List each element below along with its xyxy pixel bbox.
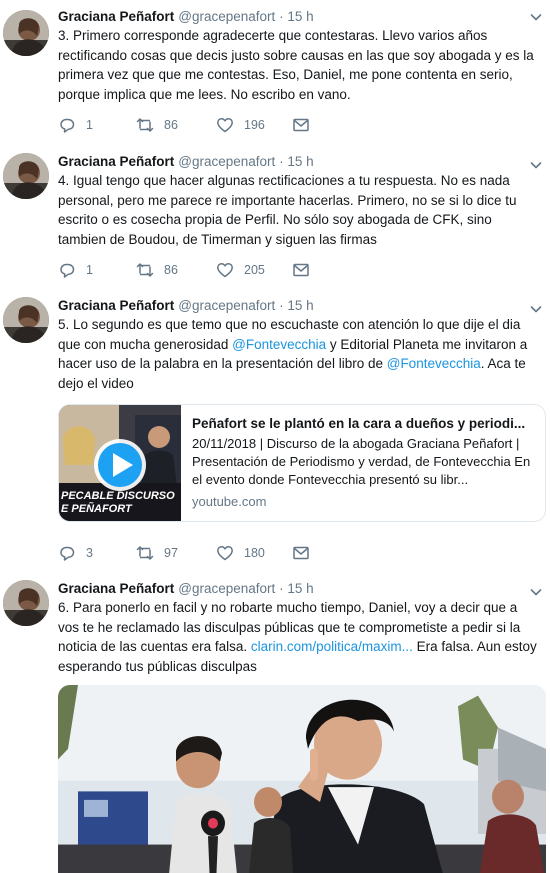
chevron-down-icon[interactable] xyxy=(530,586,542,598)
separator: · xyxy=(279,581,284,596)
video-thumbnail[interactable]: PECABLE DISCURSO E PEÑAFORT xyxy=(59,405,181,521)
play-icon[interactable] xyxy=(94,439,146,491)
mention-link[interactable]: @Fontevecchia xyxy=(232,337,326,352)
tweet[interactable]: Graciana Peñafort @gracepenafort · 15 h 4… xyxy=(0,153,550,283)
tweet-text: 5. Lo segundo es que temo que no escucha… xyxy=(58,315,538,393)
envelope-icon xyxy=(292,261,310,279)
tweet-actions: 3 97 180 xyxy=(58,543,318,563)
chevron-down-icon[interactable] xyxy=(530,303,542,315)
retweet-button[interactable]: 97 xyxy=(136,543,178,563)
tweet-actions: 1 86 205 xyxy=(58,260,318,280)
tweet-header: Graciana Peñafort @gracepenafort · 15 h xyxy=(58,297,314,315)
reply-count: 1 xyxy=(86,118,93,132)
tweet-header: Graciana Peñafort @gracepenafort · 15 h xyxy=(58,153,314,171)
retweet-count: 97 xyxy=(164,546,178,560)
timestamp[interactable]: 15 h xyxy=(287,154,313,169)
card-info: Peñafort se le plantó en la cara a dueño… xyxy=(192,415,537,511)
tweet[interactable]: Graciana Peñafort @gracepenafort · 15 h 3… xyxy=(0,8,550,138)
retweet-icon xyxy=(136,544,154,562)
reply-button[interactable]: 1 xyxy=(58,115,93,135)
tweet[interactable]: Graciana Peñafort @gracepenafort · 15 h 5… xyxy=(0,297,550,567)
tweet-text: 6. Para ponerlo en facil y no robarte mu… xyxy=(58,598,538,676)
like-count: 205 xyxy=(244,263,265,277)
chevron-down-icon[interactable] xyxy=(530,159,542,171)
like-button[interactable]: 196 xyxy=(216,115,265,135)
avatar[interactable] xyxy=(3,153,49,199)
avatar[interactable] xyxy=(3,580,49,626)
reply-count: 1 xyxy=(86,263,93,277)
tweet-text: 4. Igual tengo que hacer algunas rectifi… xyxy=(58,173,517,247)
like-count: 196 xyxy=(244,118,265,132)
tweet-header: Graciana Peñafort @gracepenafort · 15 h xyxy=(58,8,314,26)
card-description: 20/11/2018 | Discurso de la abogada Grac… xyxy=(192,436,531,487)
link-card[interactable]: PECABLE DISCURSO E PEÑAFORT Peñafort se … xyxy=(58,404,546,522)
like-button[interactable]: 180 xyxy=(216,543,265,563)
author-name[interactable]: Graciana Peñafort xyxy=(58,9,174,24)
dm-button[interactable] xyxy=(292,543,310,563)
chevron-down-icon[interactable] xyxy=(530,11,542,23)
author-name[interactable]: Graciana Peñafort xyxy=(58,154,174,169)
timestamp[interactable]: 15 h xyxy=(287,581,313,596)
timestamp[interactable]: 15 h xyxy=(287,298,313,313)
reply-icon xyxy=(58,261,76,279)
reply-button[interactable]: 1 xyxy=(58,260,93,280)
retweet-icon xyxy=(136,261,154,279)
heart-icon xyxy=(216,261,234,279)
tweet-text: 3. Primero corresponde agradecerte que c… xyxy=(58,28,534,102)
author-name[interactable]: Graciana Peñafort xyxy=(58,581,174,596)
thumbnail-caption: PECABLE DISCURSO xyxy=(61,490,175,502)
separator: · xyxy=(279,154,284,169)
thumbnail-caption: E PEÑAFORT xyxy=(61,502,133,515)
retweet-button[interactable]: 86 xyxy=(136,260,178,280)
retweet-button[interactable]: 86 xyxy=(136,115,178,135)
envelope-icon xyxy=(292,116,310,134)
tweet-photo[interactable] xyxy=(58,685,546,873)
author-handle[interactable]: @gracepenafort xyxy=(178,581,275,596)
avatar[interactable] xyxy=(3,297,49,343)
author-handle[interactable]: @gracepenafort xyxy=(178,9,275,24)
dm-button[interactable] xyxy=(292,115,310,135)
reply-icon xyxy=(58,116,76,134)
heart-icon xyxy=(216,544,234,562)
card-domain: youtube.com xyxy=(192,494,267,509)
like-button[interactable]: 205 xyxy=(216,260,265,280)
tweet[interactable]: Graciana Peñafort @gracepenafort · 15 h 6… xyxy=(0,580,550,873)
timestamp[interactable]: 15 h xyxy=(287,9,313,24)
reply-count: 3 xyxy=(86,546,93,560)
envelope-icon xyxy=(292,544,310,562)
retweet-count: 86 xyxy=(164,118,178,132)
card-title[interactable]: Peñafort se le plantó en la cara a dueño… xyxy=(192,415,537,433)
tweet-actions: 1 86 196 xyxy=(58,115,318,135)
url-link[interactable]: clarin.com/politica/maxim... xyxy=(251,639,413,654)
reply-icon xyxy=(58,544,76,562)
author-handle[interactable]: @gracepenafort xyxy=(178,154,275,169)
dm-button[interactable] xyxy=(292,260,310,280)
mention-link[interactable]: @Fontevecchia xyxy=(387,356,481,371)
reply-button[interactable]: 3 xyxy=(58,543,93,563)
tweet-header: Graciana Peñafort @gracepenafort · 15 h xyxy=(58,580,314,598)
separator: · xyxy=(279,9,284,24)
retweet-count: 86 xyxy=(164,263,178,277)
author-name[interactable]: Graciana Peñafort xyxy=(58,298,174,313)
retweet-icon xyxy=(136,116,154,134)
author-handle[interactable]: @gracepenafort xyxy=(178,298,275,313)
separator: · xyxy=(279,298,284,313)
avatar[interactable] xyxy=(3,10,49,56)
heart-icon xyxy=(216,116,234,134)
like-count: 180 xyxy=(244,546,265,560)
